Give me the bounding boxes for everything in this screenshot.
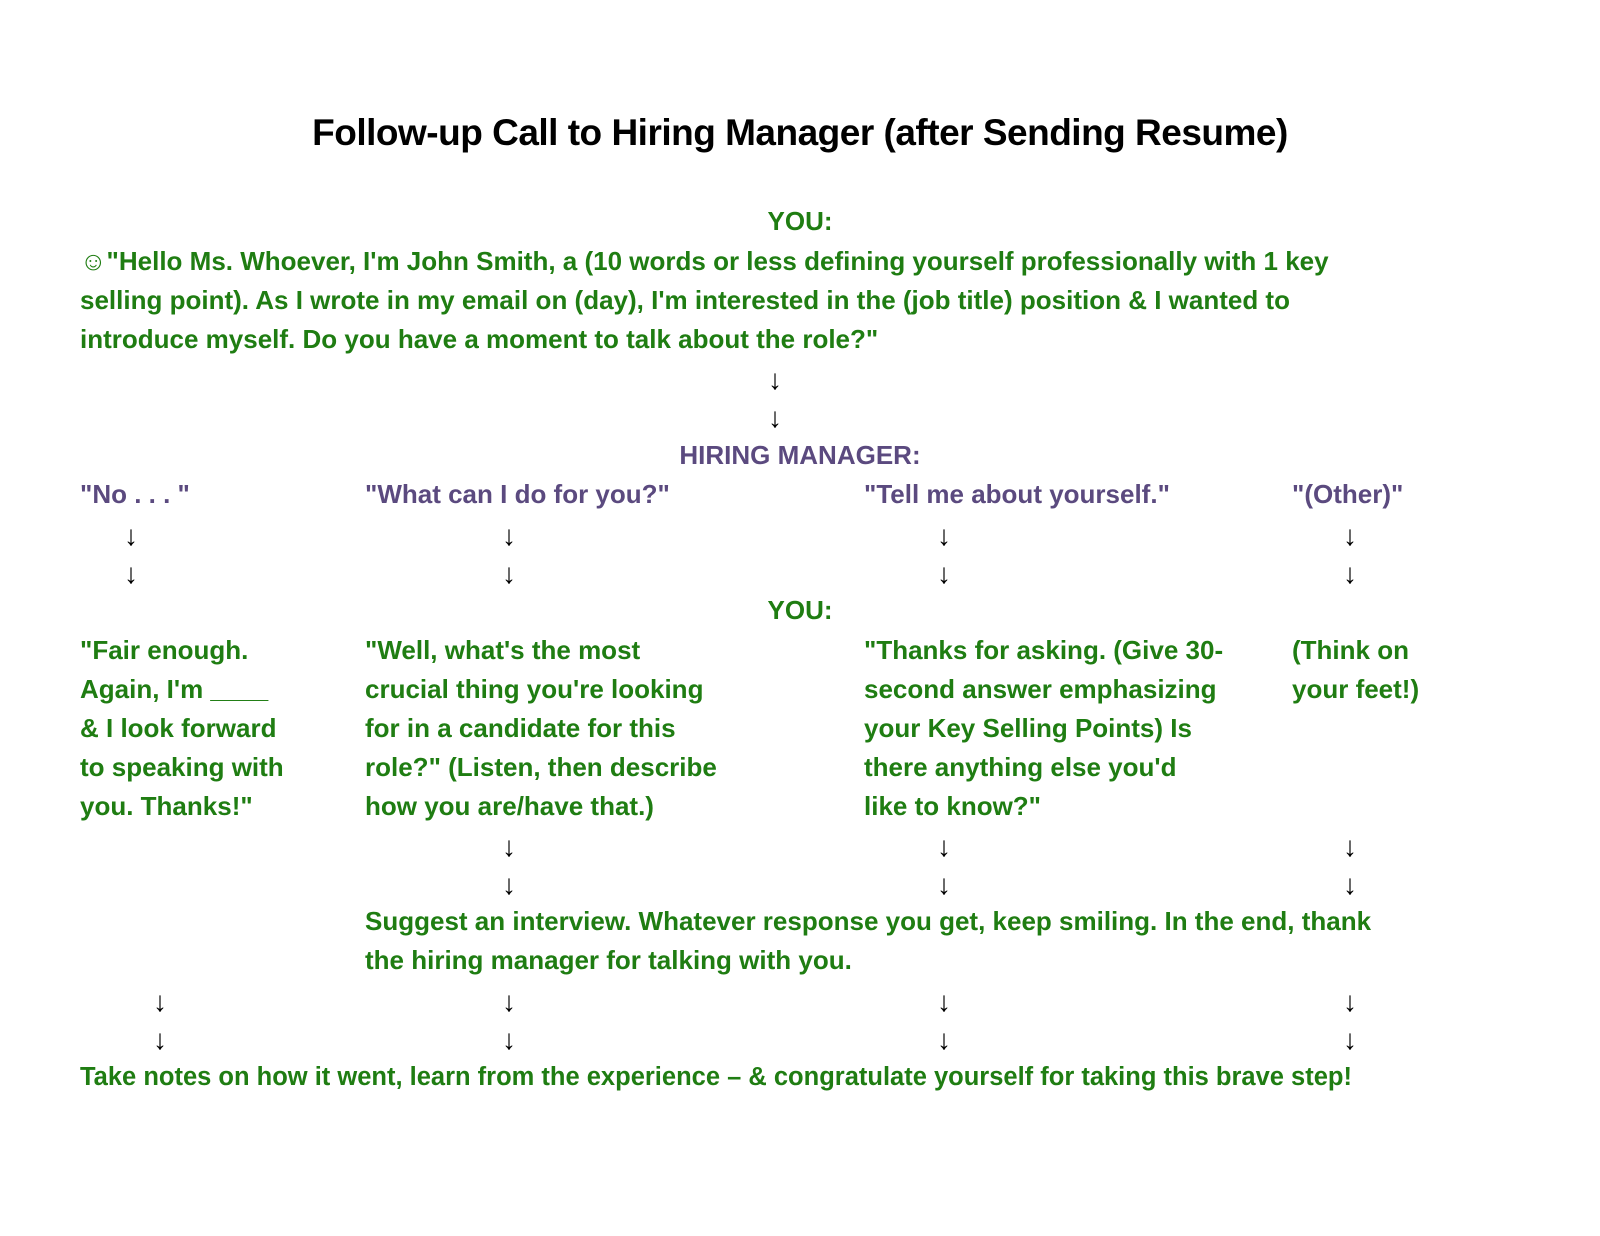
response-line: your feet!): [1292, 674, 1420, 704]
response-line: Again, I'm ____: [80, 674, 269, 704]
response-line: "Well, what's the most: [365, 635, 641, 665]
down-arrow-icon: ↓: [502, 986, 516, 1017]
down-arrow-icon: ↓: [1343, 986, 1357, 1017]
response-line: second answer emphasizing: [864, 674, 1217, 704]
down-arrow-icon: ↓: [153, 986, 167, 1017]
manager-response-other: "(Other)": [1292, 479, 1404, 509]
response-line: role?" (Listen, then describe: [365, 752, 717, 782]
suggest-interview-line-1: Suggest an interview. Whatever response …: [365, 906, 1372, 936]
page-title: Follow-up Call to Hiring Manager (after …: [312, 112, 1288, 153]
down-arrow-icon: ↓: [937, 520, 951, 551]
down-arrow-icon: ↓: [124, 520, 138, 551]
you-response-thanks-for-asking: "Thanks for asking. (Give 30- second ans…: [864, 631, 1223, 826]
intro-line-1: ☺"Hello Ms. Whoever, I'm John Smith, a (…: [80, 242, 1329, 281]
down-arrow-icon: ↓: [1343, 1024, 1357, 1055]
down-arrow-icon: ↓: [502, 520, 516, 551]
response-line: crucial thing you're looking: [365, 674, 704, 704]
manager-response-what-can-i-do: "What can I do for you?": [365, 479, 670, 509]
down-arrow-icon: ↓: [768, 364, 782, 395]
down-arrow-icon: ↓: [502, 558, 516, 589]
manager-response-tell-me: "Tell me about yourself.": [864, 479, 1170, 509]
down-arrow-icon: ↓: [937, 869, 951, 900]
down-arrow-icon: ↓: [1343, 831, 1357, 862]
manager-response-no: "No . . . ": [80, 479, 190, 509]
down-arrow-icon: ↓: [502, 869, 516, 900]
you-label-intro: YOU:: [767, 206, 833, 236]
smiley-icon: ☺: [80, 246, 107, 276]
response-line: your Key Selling Points) Is: [864, 713, 1192, 743]
down-arrow-icon: ↓: [1343, 520, 1357, 551]
you-label-responses: YOU:: [767, 595, 833, 625]
response-line: & I look forward: [80, 713, 277, 743]
response-line: how you are/have that.): [365, 791, 654, 821]
response-line: for in a candidate for this: [365, 713, 676, 743]
response-line: to speaking with: [80, 752, 284, 782]
response-line: you. Thanks!": [80, 791, 253, 821]
you-response-think-on-feet: (Think on your feet!): [1292, 631, 1419, 709]
final-takeaway: Take notes on how it went, learn from th…: [80, 1063, 1352, 1091]
down-arrow-icon: ↓: [937, 558, 951, 589]
intro-line-3: introduce myself. Do you have a moment t…: [80, 324, 879, 354]
down-arrow-icon: ↓: [937, 986, 951, 1017]
down-arrow-icon: ↓: [937, 1024, 951, 1055]
response-line: (Think on: [1292, 635, 1409, 665]
down-arrow-icon: ↓: [124, 558, 138, 589]
response-line: like to know?": [864, 791, 1042, 821]
hiring-manager-label: HIRING MANAGER:: [679, 440, 921, 470]
response-line: "Fair enough.: [80, 635, 249, 665]
suggest-interview-line-2: the hiring manager for talking with you.: [365, 945, 852, 975]
intro-text-1: "Hello Ms. Whoever, I'm John Smith, a (1…: [106, 246, 1329, 276]
down-arrow-icon: ↓: [768, 402, 782, 433]
down-arrow-icon: ↓: [502, 831, 516, 862]
you-response-crucial-thing: "Well, what's the most crucial thing you…: [365, 631, 717, 826]
down-arrow-icon: ↓: [937, 831, 951, 862]
down-arrow-icon: ↓: [1343, 869, 1357, 900]
down-arrow-icon: ↓: [502, 1024, 516, 1055]
response-line: there anything else you'd: [864, 752, 1177, 782]
intro-line-2: selling point). As I wrote in my email o…: [80, 285, 1290, 315]
response-line: "Thanks for asking. (Give 30-: [864, 635, 1224, 665]
you-response-fair-enough: "Fair enough. Again, I'm ____ & I look f…: [80, 631, 284, 826]
down-arrow-icon: ↓: [153, 1024, 167, 1055]
down-arrow-icon: ↓: [1343, 558, 1357, 589]
